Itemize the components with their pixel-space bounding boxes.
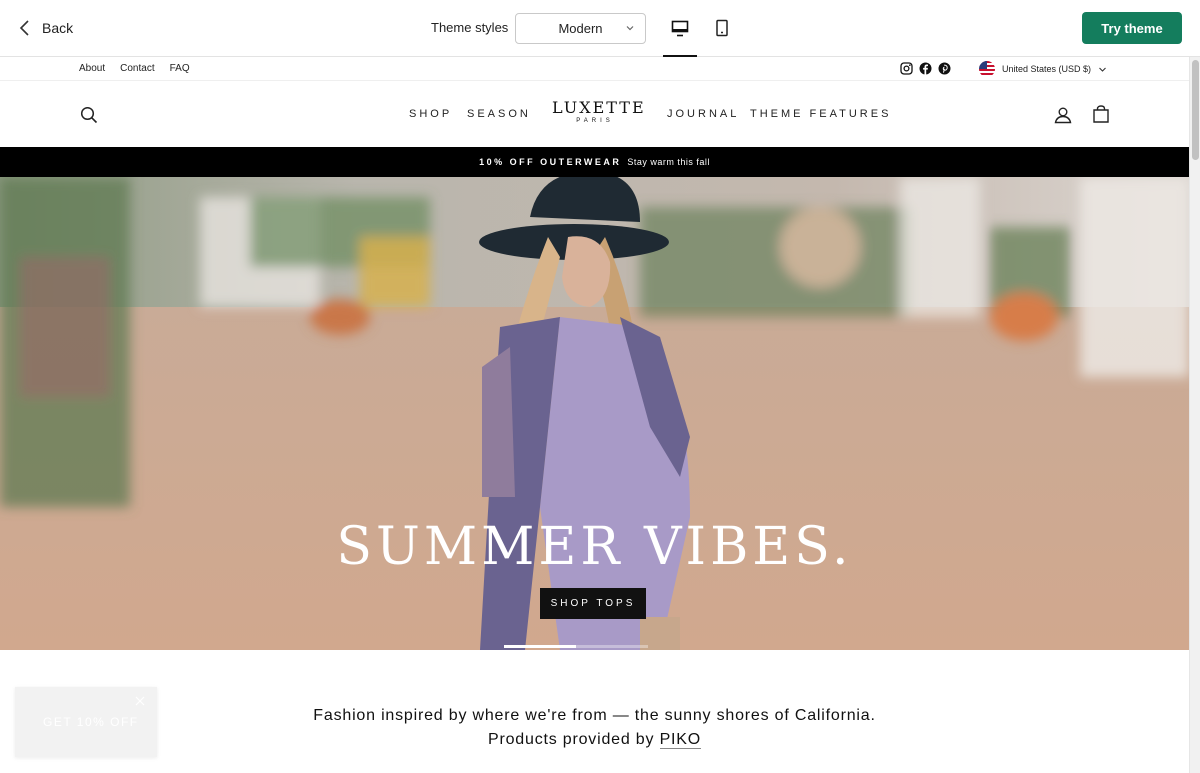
nav-item-season[interactable]: SEASON xyxy=(467,108,531,120)
utility-links: About Contact FAQ xyxy=(79,63,190,74)
util-link-contact[interactable]: Contact xyxy=(120,63,154,74)
currency-label: United States (USD $) xyxy=(1002,64,1092,74)
currency-selector[interactable]: United States (USD $) xyxy=(979,61,1107,77)
mobile-icon xyxy=(716,19,728,37)
nav-item-theme-features[interactable]: THEME FEATURES xyxy=(750,108,891,120)
mobile-preview-button[interactable] xyxy=(705,13,739,43)
chevron-down-icon xyxy=(626,26,634,31)
cart-icon[interactable] xyxy=(1092,105,1110,123)
desktop-icon xyxy=(671,20,689,36)
slide-dot-1[interactable] xyxy=(504,645,576,648)
store-logo[interactable]: LUXETTE PARIS xyxy=(552,98,646,124)
slide-dot-2[interactable] xyxy=(576,645,648,648)
announcement-bar[interactable]: 10% OFF OUTERWEAR Stay warm this fall xyxy=(0,147,1189,177)
piko-link[interactable]: PIKO xyxy=(659,731,701,749)
back-label: Back xyxy=(42,20,74,36)
popup-text: GET 10% OFF xyxy=(43,715,139,729)
close-icon[interactable] xyxy=(135,696,145,706)
theme-styles-label: Theme styles xyxy=(431,20,509,35)
model-figure xyxy=(479,177,690,650)
nav-item-journal[interactable]: JOURNAL xyxy=(667,108,739,120)
editor-toolbar: Back Theme styles Modern Try theme xyxy=(0,0,1200,57)
search-icon[interactable] xyxy=(80,106,98,124)
try-theme-button[interactable]: Try theme xyxy=(1082,12,1182,44)
discount-popup[interactable]: GET 10% OFF xyxy=(15,687,157,757)
back-button[interactable]: Back xyxy=(18,14,73,42)
social-links xyxy=(900,62,951,75)
chevron-down-icon xyxy=(1099,67,1106,72)
logo-subtitle: PARIS xyxy=(576,118,614,124)
intro-line-2: Products provided by PIKO xyxy=(0,728,1189,752)
hero-slideshow: SUMMER VIBES. SHOP TOPS xyxy=(0,177,1189,650)
nav-item-shop[interactable]: SHOP xyxy=(409,108,452,120)
theme-style-select[interactable]: Modern xyxy=(515,13,646,44)
intro-line-2-prefix: Products provided by xyxy=(488,731,655,748)
account-icon[interactable] xyxy=(1054,106,1072,124)
main-navigation: SHOP SEASON LUXETTE PARIS JOURNAL THEME … xyxy=(0,81,1189,147)
instagram-icon[interactable] xyxy=(900,62,913,75)
chevron-left-icon xyxy=(19,20,29,36)
util-link-about[interactable]: About xyxy=(79,63,105,74)
desktop-preview-button[interactable] xyxy=(663,13,697,43)
shop-tops-button[interactable]: SHOP TOPS xyxy=(540,588,646,619)
announcement-text: Stay warm this fall xyxy=(627,157,710,167)
intro-text: Fashion inspired by where we're from — t… xyxy=(0,704,1189,752)
store-preview: About Contact FAQ United States (USD $) … xyxy=(0,57,1189,773)
utility-bar: About Contact FAQ United States (USD $) xyxy=(0,57,1189,81)
us-flag-icon xyxy=(979,61,995,77)
theme-style-value: Modern xyxy=(558,21,603,36)
facebook-icon[interactable] xyxy=(919,62,932,75)
preview-scrollbar[interactable] xyxy=(1189,57,1200,773)
slide-indicators xyxy=(504,645,648,648)
intro-line-1: Fashion inspired by where we're from — t… xyxy=(313,707,876,724)
logo-wordmark: LUXETTE xyxy=(552,98,646,117)
announcement-highlight: 10% OFF OUTERWEAR xyxy=(479,157,622,167)
scrollbar-thumb[interactable] xyxy=(1192,60,1199,160)
pinterest-icon[interactable] xyxy=(938,62,951,75)
hero-heading: SUMMER VIBES. xyxy=(336,517,853,577)
hero-image xyxy=(0,177,1189,650)
util-link-faq[interactable]: FAQ xyxy=(170,63,190,74)
